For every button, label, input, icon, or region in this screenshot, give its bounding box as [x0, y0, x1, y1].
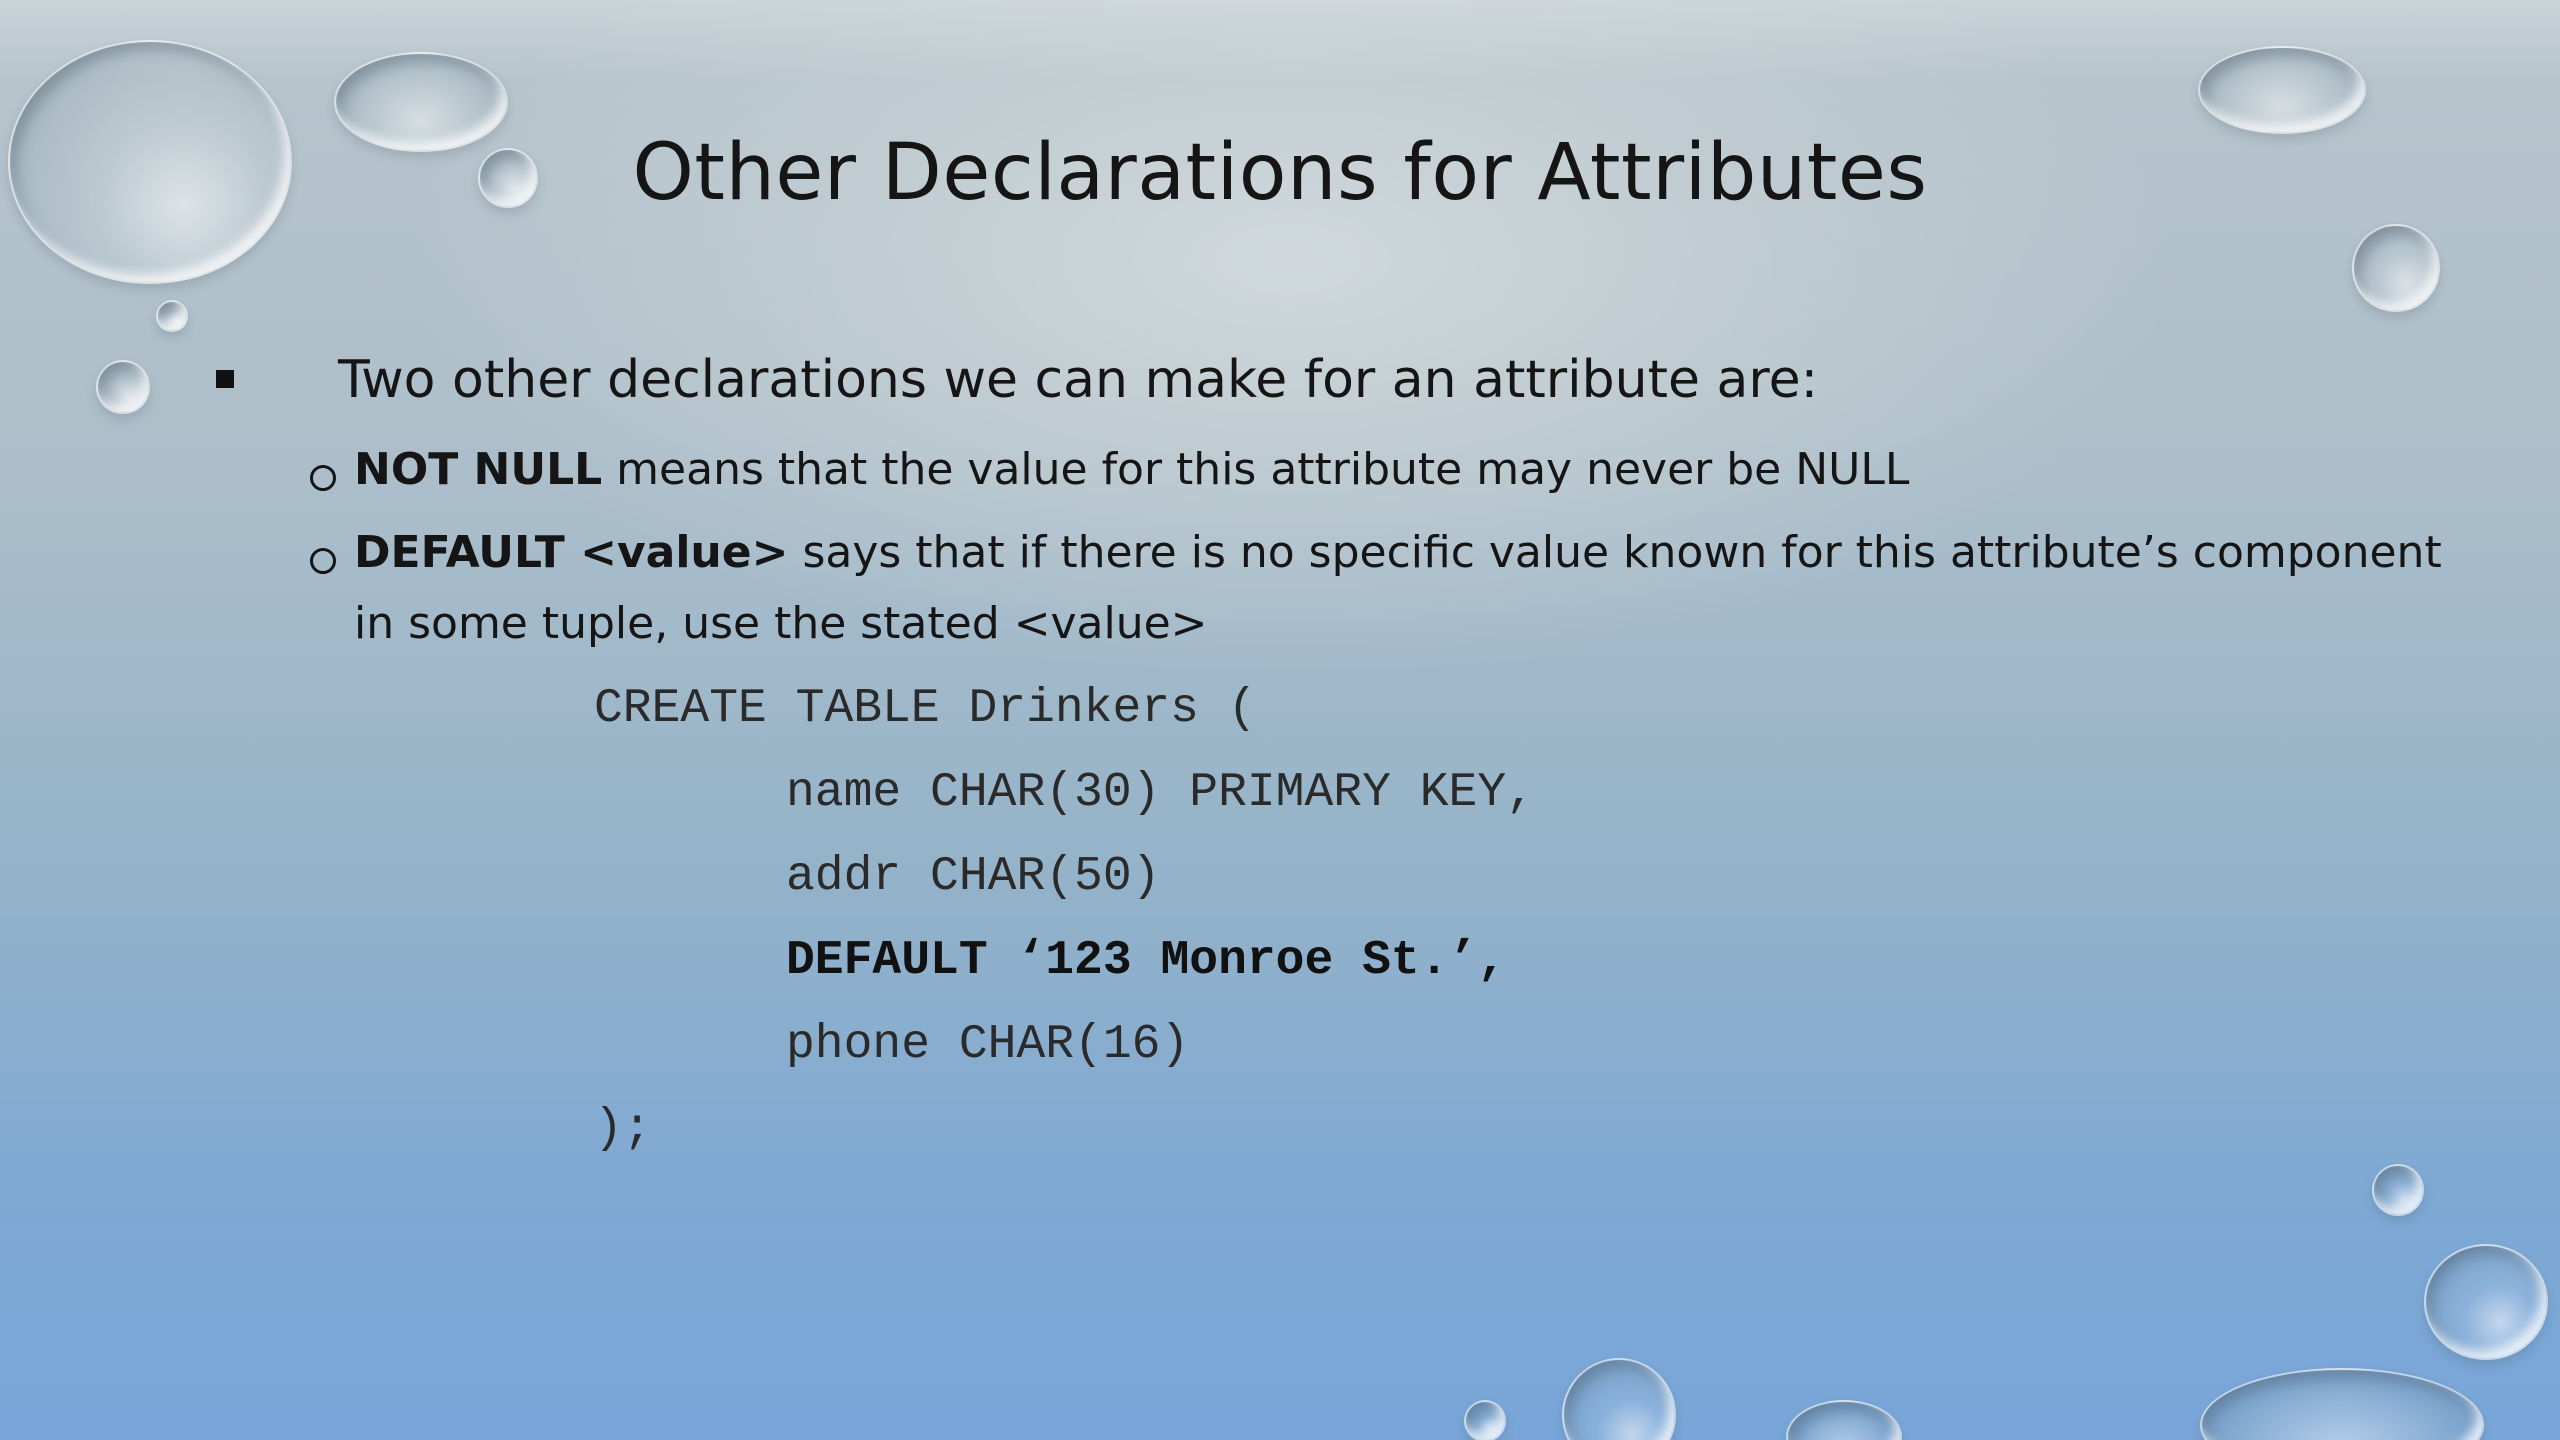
water-drop-decoration [1786, 1400, 1902, 1440]
sub-bullet-circle-icon [310, 548, 336, 574]
water-drop-decoration [1562, 1358, 1676, 1440]
code-line: addr CHAR(50) [786, 850, 1161, 904]
sub-bullet-keyword: NOT NULL [354, 444, 603, 495]
water-drop-decoration [2424, 1244, 2548, 1360]
water-drop-decoration [2352, 224, 2440, 312]
bullet-square-icon [216, 370, 234, 388]
water-drop-decoration [96, 360, 150, 414]
code-line: ); [594, 1102, 652, 1156]
code-line: phone CHAR(16) [786, 1018, 1190, 1072]
code-line: name CHAR(30) PRIMARY KEY, [786, 766, 1535, 820]
water-drop-decoration [1464, 1400, 1506, 1440]
sub-bullet-default: DEFAULT <value> says that if there is no… [354, 527, 2442, 578]
water-drop-decoration [2198, 46, 2366, 134]
sub-bullet-text: means that the value for this attribute … [602, 444, 1910, 495]
water-drop-decoration [2372, 1164, 2424, 1216]
water-drop-decoration [156, 300, 188, 332]
sub-bullet-circle-icon [310, 465, 336, 491]
sub-bullet-not-null: NOT NULL means that the value for this a… [354, 444, 1909, 495]
code-line: CREATE TABLE Drinkers ( [594, 682, 1257, 736]
main-bullet-text: Two other declarations we can make for a… [338, 350, 1819, 410]
sub-bullet-continuation: in some tuple, use the stated <value> [354, 598, 1208, 649]
code-line-default: DEFAULT ‘123 Monroe St.’, [786, 934, 1507, 988]
water-drop-decoration [2200, 1368, 2484, 1440]
slide-title: Other Declarations for Attributes [632, 128, 1928, 218]
sub-bullet-keyword: DEFAULT <value> [354, 527, 789, 578]
sub-bullet-text: says that if there is no specific value … [788, 527, 2442, 578]
slide: Other Declarations for Attributes Two ot… [0, 0, 2560, 1440]
